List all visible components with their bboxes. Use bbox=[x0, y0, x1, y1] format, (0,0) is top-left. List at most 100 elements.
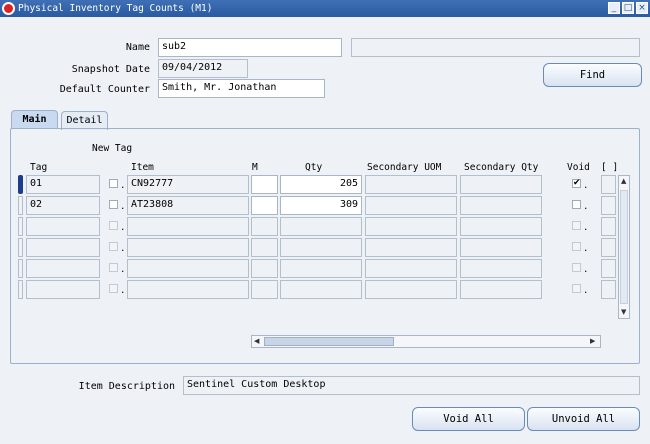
flexfield-cell[interactable] bbox=[601, 280, 616, 299]
cell-separator: . bbox=[583, 286, 589, 296]
new-tag-checkbox[interactable] bbox=[109, 263, 118, 272]
void-all-button[interactable]: Void All bbox=[412, 407, 525, 431]
item-cell[interactable] bbox=[127, 280, 249, 299]
flexfield-cell[interactable] bbox=[601, 196, 616, 215]
name-field[interactable]: sub2 bbox=[158, 38, 342, 57]
item-column-header: Item bbox=[131, 162, 154, 173]
qty-cell[interactable] bbox=[280, 259, 362, 278]
m-cell[interactable] bbox=[251, 196, 278, 215]
item-cell[interactable] bbox=[127, 259, 249, 278]
m-cell[interactable] bbox=[251, 175, 278, 194]
secondary-qty-cell[interactable] bbox=[460, 175, 542, 194]
close-button[interactable]: × bbox=[636, 2, 648, 14]
row-indicator[interactable] bbox=[18, 196, 23, 215]
cell-separator: . bbox=[120, 181, 126, 191]
secondary-qty-cell[interactable] bbox=[460, 280, 542, 299]
name-label: Name bbox=[125, 42, 150, 53]
window-title: Physical Inventory Tag Counts (M1) bbox=[18, 3, 213, 14]
void-column-header: Void bbox=[567, 162, 590, 173]
m-cell[interactable] bbox=[251, 217, 278, 236]
cell-separator: . bbox=[583, 202, 589, 212]
m-cell[interactable] bbox=[251, 259, 278, 278]
tag-cell[interactable] bbox=[26, 238, 100, 257]
flexfield-cell[interactable] bbox=[601, 259, 616, 278]
default-counter-field[interactable]: Smith, Mr. Jonathan bbox=[158, 79, 325, 98]
void-checkbox[interactable]: ✔ bbox=[572, 179, 581, 188]
row-indicator[interactable] bbox=[18, 280, 23, 299]
tag-cell[interactable]: 01 bbox=[26, 175, 100, 194]
row-indicator[interactable] bbox=[18, 175, 23, 194]
tab-main[interactable]: Main bbox=[11, 110, 58, 129]
qty-cell[interactable]: 309 bbox=[280, 196, 362, 215]
tag-cell[interactable] bbox=[26, 259, 100, 278]
qty-cell[interactable]: 205 bbox=[280, 175, 362, 194]
default-counter-label: Default Counter bbox=[59, 84, 150, 95]
tag-cell[interactable] bbox=[26, 280, 100, 299]
new-tag-checkbox[interactable] bbox=[109, 200, 118, 209]
item-cell[interactable] bbox=[127, 238, 249, 257]
cell-separator: . bbox=[120, 202, 126, 212]
void-checkbox[interactable] bbox=[572, 263, 581, 272]
secondary-uom-cell[interactable] bbox=[365, 238, 457, 257]
cell-separator: . bbox=[120, 286, 126, 296]
row-indicator[interactable] bbox=[18, 238, 23, 257]
row-indicator[interactable] bbox=[18, 217, 23, 236]
secondary-qty-cell[interactable] bbox=[460, 196, 542, 215]
cell-separator: . bbox=[120, 265, 126, 275]
oracle-icon bbox=[2, 2, 15, 15]
tag-cell[interactable]: 02 bbox=[26, 196, 100, 215]
secondary-uom-cell[interactable] bbox=[365, 217, 457, 236]
scroll-right-icon[interactable]: ▶ bbox=[590, 337, 595, 345]
item-cell[interactable]: CN92777 bbox=[127, 175, 249, 194]
flexfield-cell[interactable] bbox=[601, 175, 616, 194]
cell-separator: . bbox=[120, 244, 126, 254]
secondary-uom-column-header: Secondary UOM bbox=[367, 162, 442, 173]
flexfield-cell[interactable] bbox=[601, 217, 616, 236]
secondary-uom-cell[interactable] bbox=[365, 280, 457, 299]
qty-cell[interactable] bbox=[280, 238, 362, 257]
secondary-uom-cell[interactable] bbox=[365, 196, 457, 215]
scroll-up-icon[interactable]: ▲ bbox=[621, 177, 626, 185]
minimize-button[interactable]: _ bbox=[608, 2, 620, 14]
horizontal-scrollbar[interactable]: ◀ ▶ bbox=[251, 335, 601, 348]
void-checkbox[interactable] bbox=[572, 284, 581, 293]
qty-cell[interactable] bbox=[280, 280, 362, 299]
item-description-label: Item Description bbox=[78, 381, 175, 392]
new-tag-checkbox[interactable] bbox=[109, 284, 118, 293]
flexfield-cell[interactable] bbox=[601, 238, 616, 257]
void-checkbox[interactable] bbox=[572, 242, 581, 251]
qty-column-header: Qty bbox=[305, 162, 323, 173]
void-checkbox[interactable] bbox=[572, 221, 581, 230]
secondary-uom-cell[interactable] bbox=[365, 259, 457, 278]
secondary-qty-cell[interactable] bbox=[460, 217, 542, 236]
scroll-down-icon[interactable]: ▼ bbox=[621, 308, 626, 316]
item-cell[interactable] bbox=[127, 217, 249, 236]
row-indicator[interactable] bbox=[18, 259, 23, 278]
horizontal-scroll-thumb[interactable] bbox=[264, 337, 394, 346]
vertical-scroll-thumb[interactable] bbox=[620, 190, 628, 304]
cell-separator: . bbox=[120, 223, 126, 233]
secondary-qty-cell[interactable] bbox=[460, 259, 542, 278]
void-checkbox[interactable] bbox=[572, 200, 581, 209]
m-cell[interactable] bbox=[251, 280, 278, 299]
item-cell[interactable]: AT23808 bbox=[127, 196, 249, 215]
scroll-left-icon[interactable]: ◀ bbox=[254, 337, 259, 345]
secondary-uom-cell[interactable] bbox=[365, 175, 457, 194]
secondary-qty-column-header: Secondary Qty bbox=[464, 162, 539, 173]
vertical-scrollbar[interactable]: ▲ ▼ bbox=[618, 175, 630, 319]
tag-cell[interactable] bbox=[26, 217, 100, 236]
title-bar: Physical Inventory Tag Counts (M1) _ □ × bbox=[0, 0, 650, 17]
cell-separator: . bbox=[583, 244, 589, 254]
maximize-button[interactable]: □ bbox=[622, 2, 634, 14]
find-button[interactable]: Find bbox=[543, 63, 642, 87]
secondary-qty-cell[interactable] bbox=[460, 238, 542, 257]
m-cell[interactable] bbox=[251, 238, 278, 257]
new-tag-checkbox[interactable] bbox=[109, 242, 118, 251]
cell-separator: . bbox=[583, 181, 589, 191]
new-tag-checkbox[interactable] bbox=[109, 221, 118, 230]
new-tag-checkbox[interactable] bbox=[109, 179, 118, 188]
unvoid-all-button[interactable]: Unvoid All bbox=[527, 407, 640, 431]
m-column-header: M bbox=[252, 162, 258, 173]
new-tag-header: New Tag bbox=[92, 143, 133, 154]
qty-cell[interactable] bbox=[280, 217, 362, 236]
